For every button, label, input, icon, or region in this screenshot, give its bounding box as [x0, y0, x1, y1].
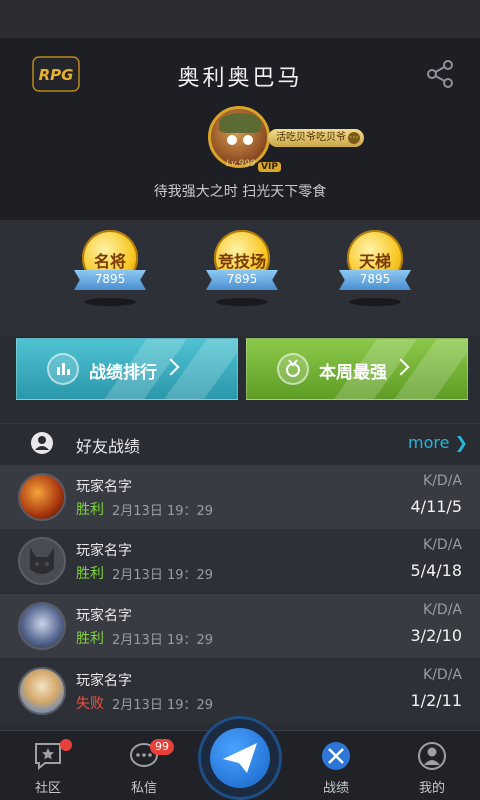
tab-community[interactable]: 社区	[0, 731, 96, 800]
chevron-right-icon: ❯	[454, 433, 468, 452]
kda-value: 5/4/18	[410, 561, 463, 580]
notification-dot	[60, 739, 72, 751]
hero-avatar	[18, 473, 66, 521]
weekly-best-label: 本周最强	[319, 363, 387, 383]
community-star-icon	[35, 743, 61, 771]
friend-record-row[interactable]: 玩家名字 胜利 2月13日 19：29 K/D/A 3/2/10	[0, 594, 480, 658]
medal-ribbon-icon	[277, 353, 309, 385]
unread-count-badge: 99	[150, 739, 174, 755]
match-result: 失败	[76, 696, 104, 712]
more-link[interactable]: more ❯	[408, 433, 468, 452]
badge-name: 名将	[93, 252, 126, 271]
tab-me[interactable]: 我的	[384, 731, 480, 800]
paper-plane-icon	[223, 743, 257, 773]
player-name: 玩家名字	[76, 673, 132, 689]
badge-value: 7895	[94, 272, 126, 286]
kda-label: K/D/A	[423, 537, 462, 553]
share-icon[interactable]	[426, 60, 456, 88]
player-name: 玩家名字	[76, 479, 132, 495]
more-icon: ⋯	[348, 132, 360, 144]
ranking-button[interactable]: 战绩排行	[16, 338, 238, 400]
badge-name: 天梯	[358, 252, 391, 271]
kda-label: K/D/A	[423, 473, 462, 489]
badge-arena[interactable]: 竞技场 7895	[202, 230, 282, 315]
friends-section-title: 好友战绩	[76, 437, 141, 456]
friend-record-row[interactable]: 玩家名字 失败 2月13日 19：29 K/D/A 1/2/11	[0, 659, 480, 723]
user-profile-icon	[418, 742, 446, 770]
kda-label: K/D/A	[423, 602, 462, 618]
badge-mingjiang[interactable]: 名将 7895	[70, 230, 150, 315]
status-bar	[0, 0, 480, 38]
friend-record-row[interactable]: 玩家名字 胜利 2月13日 19：29 K/D/A 5/4/18	[0, 529, 480, 593]
friends-section-header: 好友战绩 more ❯	[0, 423, 480, 463]
badge-ladder[interactable]: 天梯 7895	[335, 230, 415, 315]
tab-messages-label: 私信	[130, 781, 157, 796]
tab-community-label: 社区	[34, 781, 61, 796]
ranking-label: 战绩排行	[89, 363, 157, 383]
kda-value: 3/2/10	[410, 626, 463, 645]
default-avatar	[18, 537, 66, 585]
tab-stats-label: 战绩	[322, 781, 349, 796]
badge-strip: 名将 7895 竞技场 7895 天梯 7895	[0, 220, 480, 335]
match-time: 2月13日 19：29	[112, 633, 214, 648]
friend-record-row[interactable]: 玩家名字 胜利 2月13日 19：29 K/D/A 4/11/5	[0, 465, 480, 529]
more-label: more	[408, 433, 450, 452]
profile-motto: 待我强大之时 扫光天下零食	[153, 184, 327, 200]
tab-me-label: 我的	[418, 781, 445, 796]
player-name: 玩家名字	[76, 543, 132, 559]
match-result: 胜利	[76, 502, 104, 518]
match-time: 2月13日 19：29	[112, 504, 214, 519]
weekly-best-button[interactable]: 本周最强	[246, 338, 468, 400]
badge-name: 竞技场	[217, 252, 266, 271]
tab-messages[interactable]: 99 私信	[96, 731, 192, 800]
tab-stats[interactable]: 战绩	[288, 731, 384, 800]
friends-icon	[31, 432, 53, 454]
badge-value: 7895	[359, 272, 391, 286]
crossed-swords-icon	[322, 742, 350, 770]
hero-avatar	[18, 602, 66, 650]
badge-value: 7895	[226, 272, 258, 286]
match-time: 2月13日 19：29	[112, 568, 214, 583]
profile-header: RPG 奥利奥巴马 Lv.999 VIP 活吃贝爷吃贝爷 ⋯ 待我强大之时 扫光…	[0, 38, 480, 220]
kda-value: 4/11/5	[410, 497, 463, 516]
vip-badge: VIP	[258, 162, 281, 172]
level-label: Lv.999	[226, 159, 256, 169]
match-result: 胜利	[76, 631, 104, 647]
match-time: 2月13日 19：29	[112, 698, 214, 713]
kda-label: K/D/A	[423, 667, 462, 683]
player-name: 玩家名字	[76, 608, 132, 624]
nickname-tag: 活吃贝爷吃贝爷 ⋯	[268, 129, 364, 147]
page-title: 奥利奥巴马	[177, 66, 303, 91]
bar-chart-icon	[47, 353, 79, 385]
kda-value: 1/2/11	[410, 691, 463, 710]
nickname-tag-text: 活吃贝爷吃贝爷	[276, 132, 346, 143]
hero-avatar	[18, 667, 66, 715]
compose-fab-button[interactable]	[198, 716, 282, 800]
match-result: 胜利	[76, 566, 104, 582]
